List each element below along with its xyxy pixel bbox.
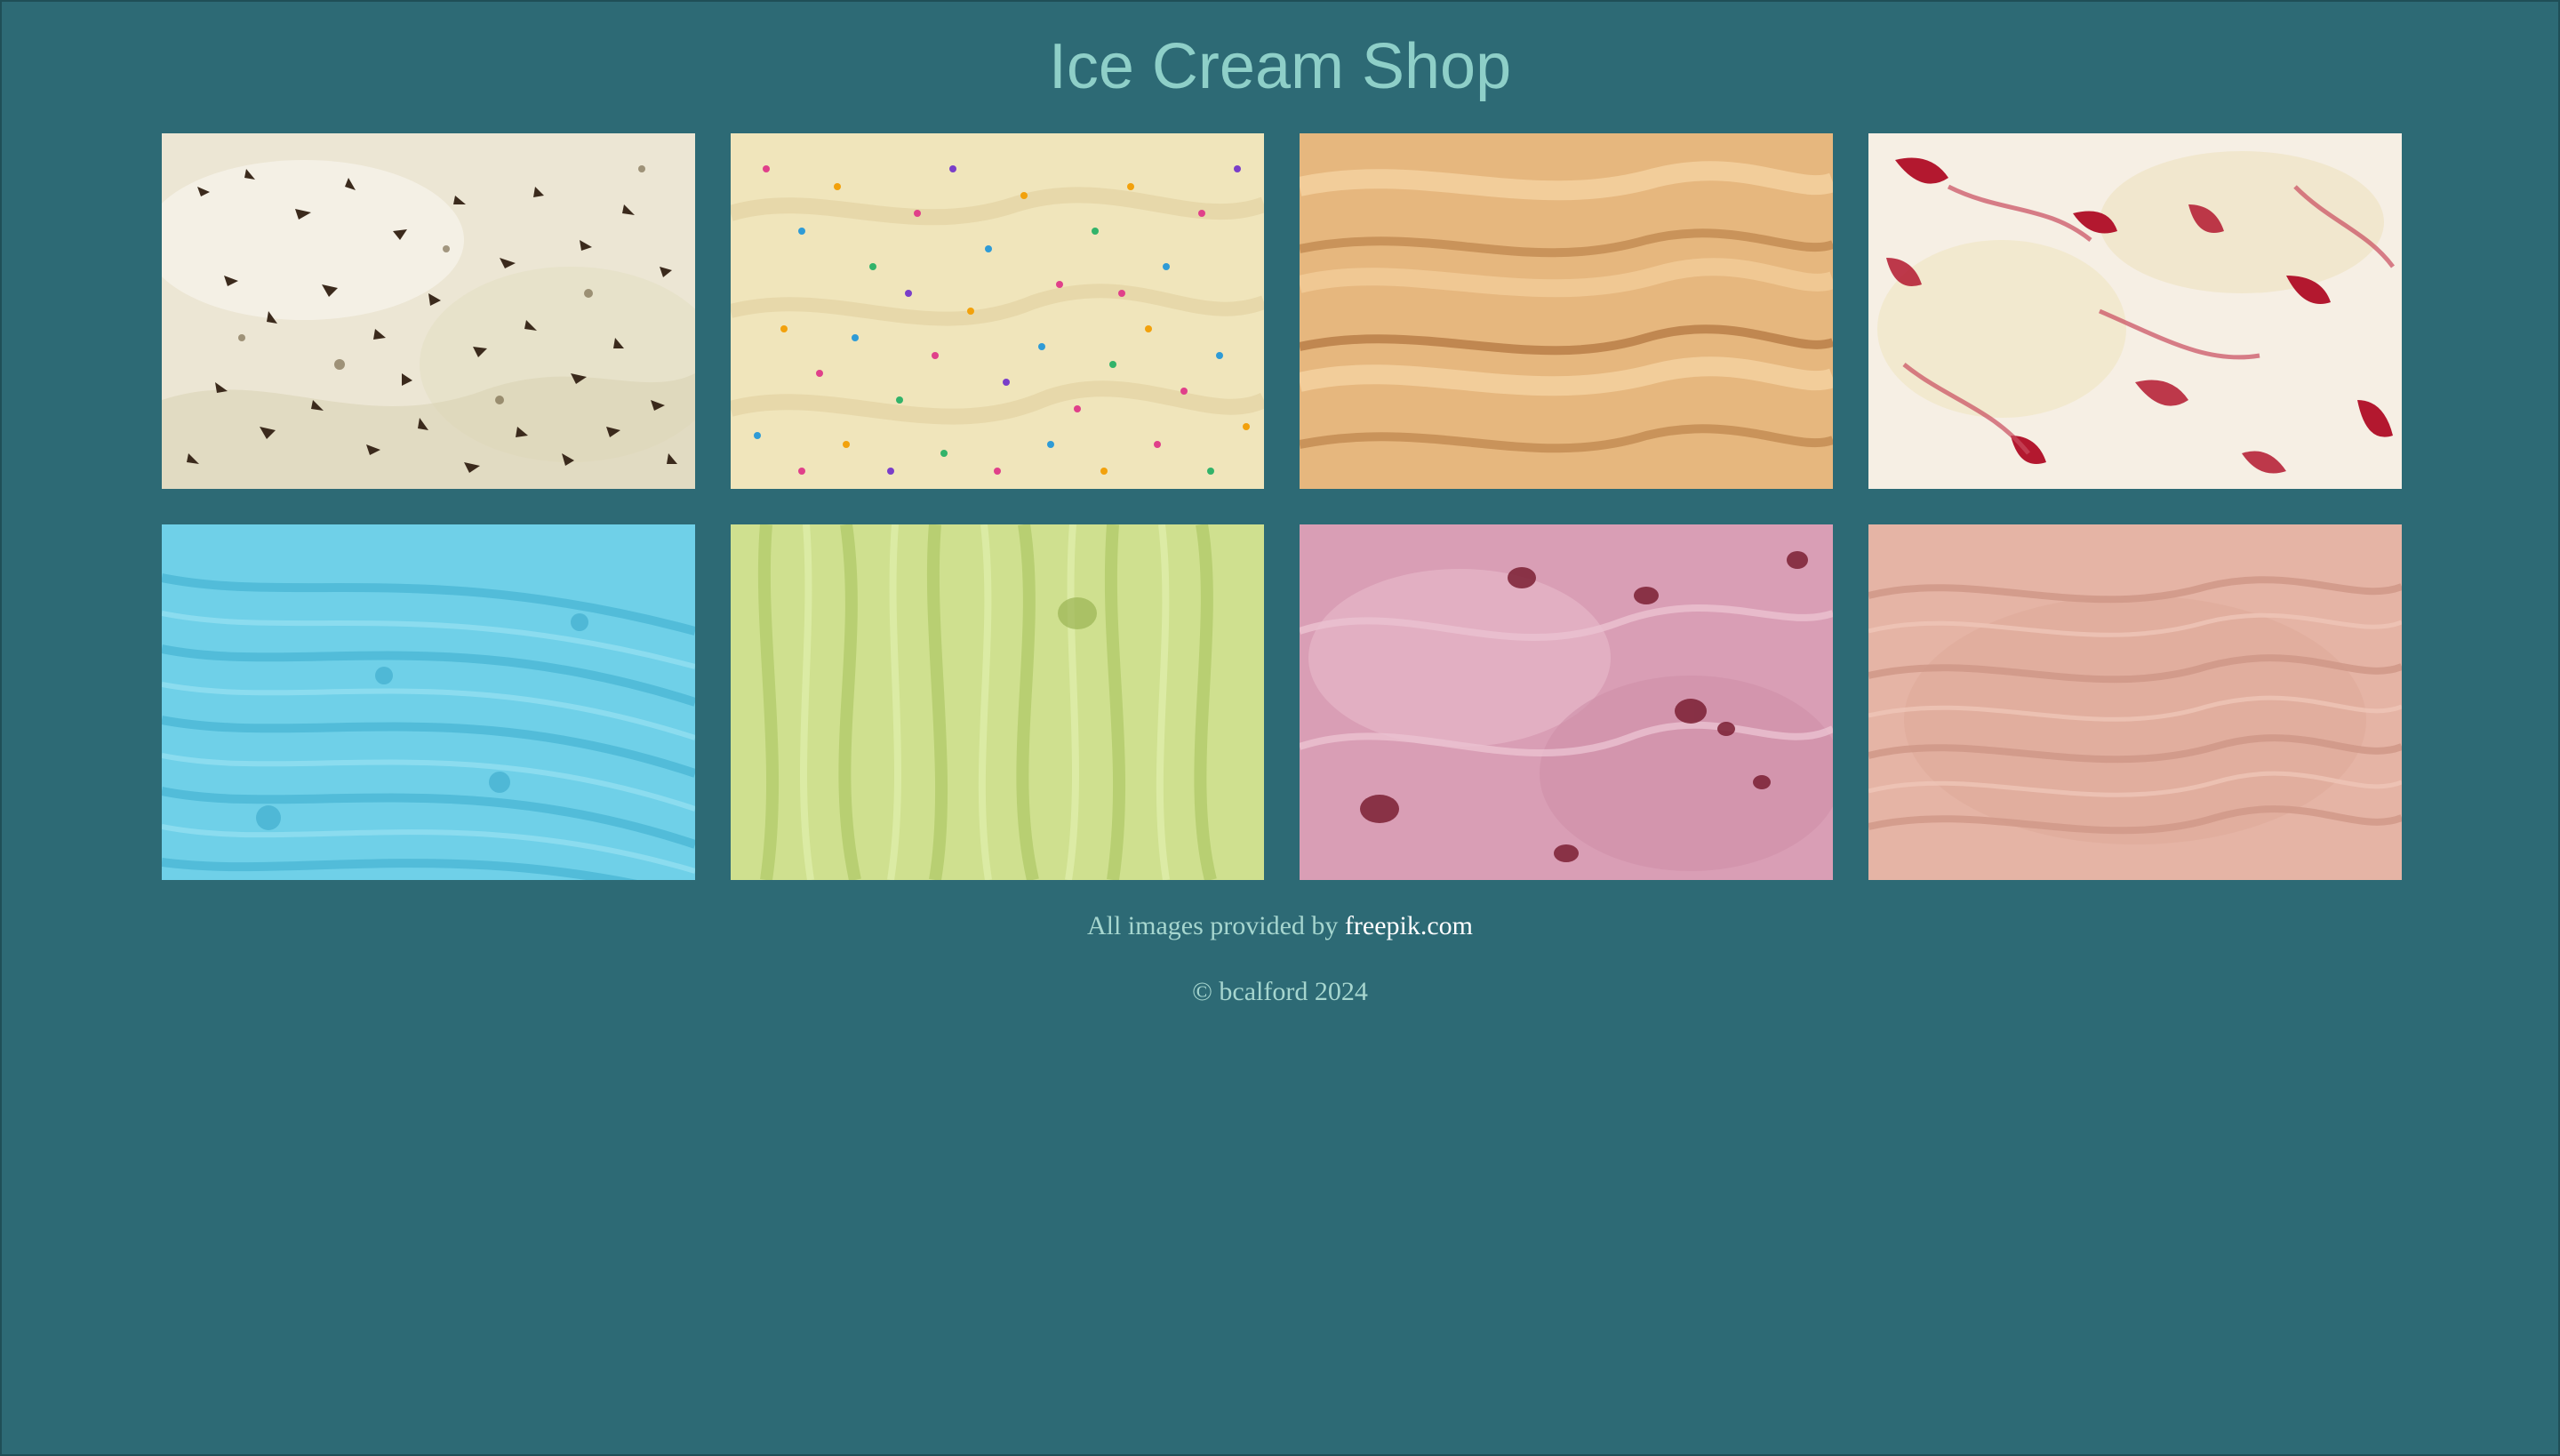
gallery-image-blue-raspberry[interactable] <box>162 524 695 880</box>
gallery-image-cherry-swirl[interactable] <box>1868 133 2402 489</box>
ice-cream-gallery <box>162 133 2402 880</box>
page-title: Ice Cream Shop <box>1048 31 1512 102</box>
peanut-butter-image <box>1300 133 1833 489</box>
cherry-swirl-image <box>1868 133 2402 489</box>
credit-prefix: All images provided by <box>1086 911 1345 940</box>
gallery-image-pistachio[interactable] <box>731 524 1264 880</box>
blue-raspberry-image <box>162 524 695 880</box>
freepik-link[interactable]: freepik.com <box>1345 911 1473 940</box>
image-credit: All images provided by freepik.com <box>2 908 2558 944</box>
gallery-image-peanut-butter[interactable] <box>1300 133 1833 489</box>
gallery-image-chocolate-milk[interactable] <box>1868 524 2402 880</box>
gallery-image-black-cherry[interactable] <box>1300 524 1833 880</box>
chocolate-milk-image <box>1868 524 2402 880</box>
page-container: Ice Cream Shop All images provided by fr… <box>0 0 2560 1456</box>
cookies-and-cream-image <box>162 133 695 489</box>
gallery-image-vanilla-sprinkles[interactable] <box>731 133 1264 489</box>
gallery-image-cookies-and-cream[interactable] <box>162 133 695 489</box>
black-cherry-image <box>1300 524 1833 880</box>
copyright-notice: © bcalford 2024 <box>1192 977 1368 1006</box>
pistachio-image <box>731 524 1264 880</box>
vanilla-sprinkles-image <box>731 133 1264 489</box>
